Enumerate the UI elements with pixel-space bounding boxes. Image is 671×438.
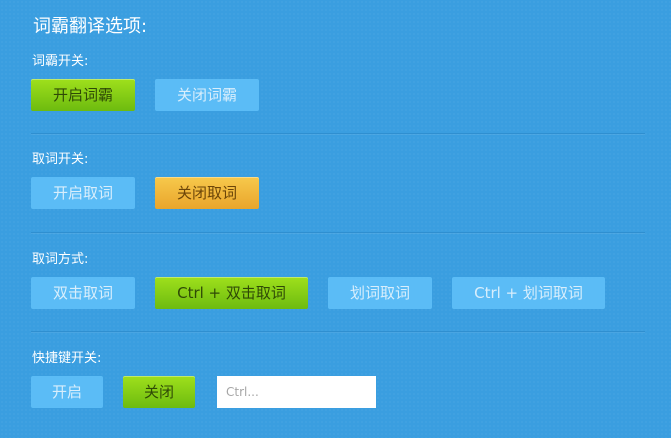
- enable-word-pick-button[interactable]: 开启取词: [31, 177, 135, 209]
- divider: [31, 331, 645, 332]
- ctrl-double-click-pick-button[interactable]: Ctrl + 双击取词: [155, 277, 308, 309]
- disable-ciba-button[interactable]: 关闭词霸: [155, 79, 259, 111]
- divider: [31, 133, 645, 134]
- word-pick-mode-row: 双击取词 Ctrl + 双击取词 划词取词 Ctrl + 划词取词: [31, 277, 645, 309]
- section-ciba-toggle: 词霸开关: 开启词霸 关闭词霸: [31, 53, 645, 111]
- section-word-pick-toggle: 取词开关: 开启取词 关闭取词: [31, 151, 645, 209]
- double-click-pick-button[interactable]: 双击取词: [31, 277, 135, 309]
- select-text-pick-button[interactable]: 划词取词: [328, 277, 432, 309]
- word-pick-toggle-row: 开启取词 关闭取词: [31, 177, 645, 209]
- hotkey-toggle-row: 开启 关闭: [31, 376, 645, 408]
- hotkey-input[interactable]: [217, 376, 376, 408]
- divider: [31, 232, 645, 233]
- section-label-word-pick-mode: 取词方式:: [32, 252, 89, 267]
- enable-ciba-button[interactable]: 开启词霸: [31, 79, 135, 111]
- translation-options-panel: 词霸翻译选项: 词霸开关: 开启词霸 关闭词霸 取词开关: 开启取词 关闭取词 …: [0, 0, 671, 438]
- section-hotkey-toggle: 快捷键开关: 开启 关闭: [31, 350, 645, 408]
- section-word-pick-mode: 取词方式: 双击取词 Ctrl + 双击取词 划词取词 Ctrl + 划词取词: [31, 251, 645, 309]
- disable-word-pick-button[interactable]: 关闭取词: [155, 177, 259, 209]
- section-label-word-pick-toggle: 取词开关:: [32, 152, 89, 167]
- ciba-toggle-row: 开启词霸 关闭词霸: [31, 79, 645, 111]
- ctrl-select-text-pick-button[interactable]: Ctrl + 划词取词: [452, 277, 605, 309]
- disable-hotkey-button[interactable]: 关闭: [123, 376, 195, 408]
- section-label-ciba-toggle: 词霸开关:: [32, 54, 89, 69]
- enable-hotkey-button[interactable]: 开启: [31, 376, 103, 408]
- panel-title: 词霸翻译选项:: [33, 16, 148, 37]
- section-label-hotkey-toggle: 快捷键开关:: [32, 351, 102, 366]
